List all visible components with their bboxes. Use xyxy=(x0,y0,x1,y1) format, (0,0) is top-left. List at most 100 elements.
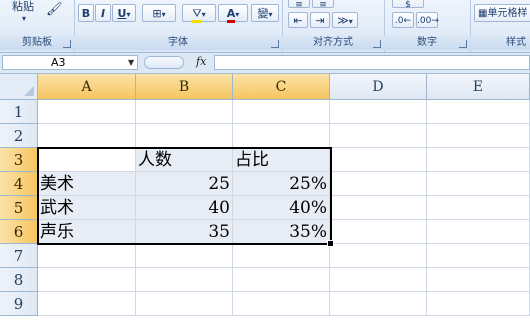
cell-e7[interactable] xyxy=(427,244,530,268)
cell-d9[interactable] xyxy=(330,292,427,316)
cell-b2[interactable] xyxy=(136,124,233,148)
cell-a2[interactable] xyxy=(38,124,136,148)
font-group: B I U▾ ⊞▾ ⛛▾ A▾ 變▾ 字体 xyxy=(74,0,283,52)
cell-d7[interactable] xyxy=(330,244,427,268)
row-header-8[interactable]: 8 xyxy=(0,268,38,292)
align-middle-button[interactable]: ≡ xyxy=(312,0,334,10)
fill-color-button[interactable]: ⛛▾ xyxy=(182,4,216,23)
cell-d8[interactable] xyxy=(330,268,427,292)
row-header-9[interactable]: 9 xyxy=(0,292,38,316)
number-launcher-icon[interactable] xyxy=(459,40,467,48)
format-painter-icon[interactable]: 🖌 xyxy=(46,2,63,17)
decrease-decimal-button[interactable]: .00→ xyxy=(416,12,439,28)
cell-d6[interactable] xyxy=(330,220,427,244)
formula-bar: A3 ▼ fx xyxy=(0,53,530,74)
cell-e2[interactable] xyxy=(427,124,530,148)
insert-function-button[interactable]: fx xyxy=(196,55,206,68)
text-orientation-icon: ≫ xyxy=(337,14,349,27)
row-header-7[interactable]: 7 xyxy=(0,244,38,268)
cell-b4[interactable]: 25 xyxy=(136,172,233,196)
cell-b5[interactable]: 40 xyxy=(136,196,233,220)
cell-c7[interactable] xyxy=(233,244,330,268)
cell-e8[interactable] xyxy=(427,268,530,292)
cell-a4[interactable]: 美术 xyxy=(38,172,136,196)
cell-c5[interactable]: 40% xyxy=(233,196,330,220)
paste-button[interactable]: 粘贴 xyxy=(12,0,34,14)
cell-e5[interactable] xyxy=(427,196,530,220)
cell-d1[interactable] xyxy=(330,100,427,124)
cell-styles-button[interactable]: ▦单元格样 xyxy=(474,4,530,22)
column-header-c[interactable]: C xyxy=(233,74,330,100)
increase-indent-button[interactable]: ⇥ xyxy=(310,12,330,28)
cell-d5[interactable] xyxy=(330,196,427,220)
column-header-e[interactable]: E xyxy=(427,74,530,100)
cell-c3[interactable]: 占比 xyxy=(233,148,330,172)
alignment-launcher-icon[interactable] xyxy=(373,40,381,48)
phonetic-button[interactable]: 變▾ xyxy=(251,4,279,22)
font-launcher-icon[interactable] xyxy=(271,40,279,48)
decrease-indent-button[interactable]: ⇤ xyxy=(288,12,308,28)
cell-e1[interactable] xyxy=(427,100,530,124)
chevron-down-icon: ▾ xyxy=(268,10,273,19)
cell-b9[interactable] xyxy=(136,292,233,316)
paste-dropdown-icon[interactable]: ▾ xyxy=(22,14,26,23)
cell-c6[interactable]: 35% xyxy=(233,220,330,244)
name-box-dropdown-icon[interactable]: ▼ xyxy=(128,58,134,67)
row-header-1[interactable]: 1 xyxy=(0,100,38,124)
cell-d2[interactable] xyxy=(330,124,427,148)
borders-button[interactable]: ⊞▾ xyxy=(142,4,176,22)
fill-handle[interactable] xyxy=(327,240,334,247)
font-color-button[interactable]: A▾ xyxy=(218,4,248,23)
row-header-2[interactable]: 2 xyxy=(0,124,38,148)
cell-e6[interactable] xyxy=(427,220,530,244)
cell-b3[interactable]: 人数 xyxy=(136,148,233,172)
cell-b1[interactable] xyxy=(136,100,233,124)
cell-e9[interactable] xyxy=(427,292,530,316)
cell-e4[interactable] xyxy=(427,172,530,196)
cell-a6[interactable]: 声乐 xyxy=(38,220,136,244)
increase-decimal-button[interactable]: .0← xyxy=(392,12,414,28)
row-header-6[interactable]: 6 xyxy=(0,220,38,244)
number-group: $ .0← .00→ 数字 xyxy=(384,0,471,52)
cell-b8[interactable] xyxy=(136,268,233,292)
row-header-3[interactable]: 3 xyxy=(0,148,38,172)
cell-b7[interactable] xyxy=(136,244,233,268)
cell-a8[interactable] xyxy=(38,268,136,292)
chevron-down-icon: ▾ xyxy=(201,10,206,19)
cell-a7[interactable] xyxy=(38,244,136,268)
font-color-label: A xyxy=(226,7,236,23)
cell-c4[interactable]: 25% xyxy=(233,172,330,196)
cell-c8[interactable] xyxy=(233,268,330,292)
column-header-b[interactable]: B xyxy=(136,74,233,100)
formula-input[interactable] xyxy=(214,55,530,70)
row-header-5[interactable]: 5 xyxy=(0,196,38,220)
cell-a9[interactable] xyxy=(38,292,136,316)
chevron-down-icon: ▾ xyxy=(161,10,166,19)
underline-label: U xyxy=(117,7,127,20)
cell-a1[interactable] xyxy=(38,100,136,124)
column-header-a[interactable]: A xyxy=(38,74,136,100)
row-header-4[interactable]: 4 xyxy=(0,172,38,196)
select-all-button[interactable] xyxy=(0,74,38,100)
underline-button[interactable]: U▾ xyxy=(112,4,136,22)
cell-a5[interactable]: 武术 xyxy=(38,196,136,220)
orientation-button[interactable]: ≫▾ xyxy=(332,12,358,28)
cell-c2[interactable] xyxy=(233,124,330,148)
column-header-d[interactable]: D xyxy=(330,74,427,100)
name-box[interactable]: A3 xyxy=(2,55,138,70)
italic-button[interactable]: I xyxy=(95,4,111,22)
styles-group-label: 样式 xyxy=(470,36,530,50)
cell-c9[interactable] xyxy=(233,292,330,316)
accounting-format-button[interactable]: $ xyxy=(392,0,424,10)
cell-e3[interactable] xyxy=(427,148,530,172)
formula-bar-splitter[interactable] xyxy=(144,56,184,69)
cell-c1[interactable] xyxy=(233,100,330,124)
cell-b6[interactable]: 35 xyxy=(136,220,233,244)
bold-button[interactable]: B xyxy=(78,4,94,22)
number-group-label: 数字 xyxy=(384,36,470,50)
cell-d3[interactable] xyxy=(330,148,427,172)
clipboard-launcher-icon[interactable] xyxy=(63,40,71,48)
align-top-button[interactable]: ≡ xyxy=(288,0,310,10)
cell-d4[interactable] xyxy=(330,172,427,196)
cell-a3[interactable] xyxy=(38,148,136,172)
